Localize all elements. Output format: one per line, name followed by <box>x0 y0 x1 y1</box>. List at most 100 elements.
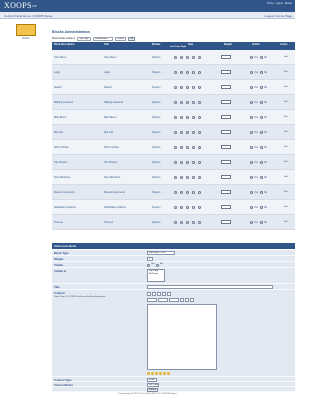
cache-select[interactable]: No Cache <box>147 382 159 387</box>
block-description[interactable]: Themes <box>54 221 63 224</box>
quote-icon[interactable] <box>167 292 171 296</box>
side-radio[interactable] <box>180 71 183 74</box>
font-select[interactable] <box>158 298 168 302</box>
side-radio[interactable] <box>174 221 177 224</box>
visible-yes-radio[interactable] <box>250 161 253 164</box>
side-radio[interactable] <box>192 101 195 104</box>
visible-yes-radio[interactable] <box>250 131 253 134</box>
block-description[interactable]: Waiting Contents <box>54 101 73 104</box>
side-radio[interactable] <box>198 71 201 74</box>
visible-no-radio[interactable] <box>260 206 263 209</box>
edit-link[interactable]: Edit <box>284 116 288 118</box>
side-radio[interactable] <box>180 161 183 164</box>
toplink-blocks[interactable]: Blocks <box>285 2 292 5</box>
side-radio[interactable] <box>186 56 189 59</box>
weight-input[interactable] <box>221 115 231 119</box>
smiley-icon[interactable] <box>151 372 154 375</box>
side-radio[interactable] <box>186 191 189 194</box>
side-radio[interactable] <box>192 131 195 134</box>
block-description[interactable]: Search <box>54 86 62 89</box>
side-radio[interactable] <box>192 146 195 149</box>
edit-link[interactable]: Edit <box>284 206 288 208</box>
side-radio[interactable] <box>174 86 177 89</box>
side-radio[interactable] <box>192 116 195 119</box>
visible-in-option[interactable]: All Pages <box>149 273 163 276</box>
visible-no-radio[interactable] <box>260 161 263 164</box>
block-description[interactable]: Notification Options <box>54 206 76 209</box>
content-textarea[interactable] <box>147 304 217 370</box>
block-description[interactable]: New Members <box>54 176 70 179</box>
side-radio[interactable] <box>180 146 183 149</box>
side-radio[interactable] <box>192 176 195 179</box>
side-radio[interactable] <box>186 131 189 134</box>
smiley-icon[interactable] <box>155 372 158 375</box>
side-radio[interactable] <box>192 191 195 194</box>
visible-yes-radio[interactable] <box>147 263 150 267</box>
visible-no-radio[interactable] <box>156 263 159 267</box>
side-radio[interactable] <box>186 86 189 89</box>
edit-link[interactable]: Edit <box>284 146 288 148</box>
edit-link[interactable]: Edit <box>284 101 288 103</box>
group-select[interactable]: Webmasters <box>93 36 114 41</box>
block-description[interactable]: Recent Comments <box>54 191 75 194</box>
side-radio[interactable] <box>198 146 201 149</box>
weight-input[interactable] <box>221 130 231 134</box>
side-radio[interactable] <box>198 161 201 164</box>
side-radio[interactable] <box>198 86 201 89</box>
visible-yes-radio[interactable] <box>250 191 253 194</box>
side-radio[interactable] <box>192 161 195 164</box>
underline-icon[interactable] <box>190 298 194 302</box>
edit-link[interactable]: Edit <box>284 176 288 178</box>
side-radio[interactable] <box>198 101 201 104</box>
visible-yes-radio[interactable] <box>250 176 253 179</box>
side-radio[interactable] <box>180 86 183 89</box>
content-type-select[interactable]: HTML <box>147 377 157 382</box>
visible-yes-radio[interactable] <box>250 86 253 89</box>
weight-input[interactable] <box>221 190 231 194</box>
visible-select[interactable]: Visible <box>115 36 127 41</box>
visible-no-radio[interactable] <box>260 146 263 149</box>
visible-no-radio[interactable] <box>260 221 263 224</box>
side-radio[interactable] <box>174 101 177 104</box>
side-radio[interactable] <box>192 221 195 224</box>
block-description[interactable]: User Menu <box>54 56 66 59</box>
visible-yes-radio[interactable] <box>250 101 253 104</box>
side-radio[interactable] <box>186 71 189 74</box>
side-radio[interactable] <box>180 191 183 194</box>
block-description[interactable]: Main Menu <box>54 116 66 119</box>
weight-input[interactable] <box>221 100 231 104</box>
code-icon[interactable] <box>162 292 166 296</box>
page-select[interactable]: Top Page <box>77 36 92 41</box>
edit-link[interactable]: Edit <box>284 71 288 73</box>
side-radio[interactable] <box>180 116 183 119</box>
logout-home-links[interactable]: Logout | Home Page <box>265 14 292 18</box>
side-radio[interactable] <box>192 71 195 74</box>
smiley-icon[interactable] <box>147 372 150 375</box>
side-radio[interactable] <box>198 131 201 134</box>
edit-link[interactable]: Edit <box>284 56 288 58</box>
side-radio[interactable] <box>186 101 189 104</box>
visible-no-radio[interactable] <box>260 131 263 134</box>
weight-input[interactable] <box>221 145 231 149</box>
side-radio[interactable] <box>174 56 177 59</box>
side-radio[interactable] <box>180 221 183 224</box>
weight-input[interactable] <box>221 55 231 59</box>
weight-input[interactable] <box>221 175 231 179</box>
block-description[interactable]: Login <box>54 71 60 74</box>
blocks-module-label[interactable]: Blocks <box>14 37 38 40</box>
visible-no-radio[interactable] <box>260 191 263 194</box>
block-description[interactable]: Who's Online <box>54 146 69 149</box>
side-radio[interactable] <box>180 131 183 134</box>
side-radio[interactable] <box>186 206 189 209</box>
edit-link[interactable]: Edit <box>284 191 288 193</box>
edit-link[interactable]: Edit <box>284 86 288 88</box>
smiley-icon[interactable] <box>167 372 170 375</box>
side-radio[interactable] <box>198 176 201 179</box>
visible-in-listbox[interactable]: Top Page All Pages <box>147 269 165 282</box>
smiley-icon[interactable] <box>163 372 166 375</box>
side-radio[interactable] <box>186 146 189 149</box>
edit-link[interactable]: Edit <box>284 221 288 223</box>
toplink-home[interactable]: Home <box>267 2 273 5</box>
weight-input[interactable] <box>221 70 231 74</box>
bold-icon[interactable] <box>180 298 184 302</box>
